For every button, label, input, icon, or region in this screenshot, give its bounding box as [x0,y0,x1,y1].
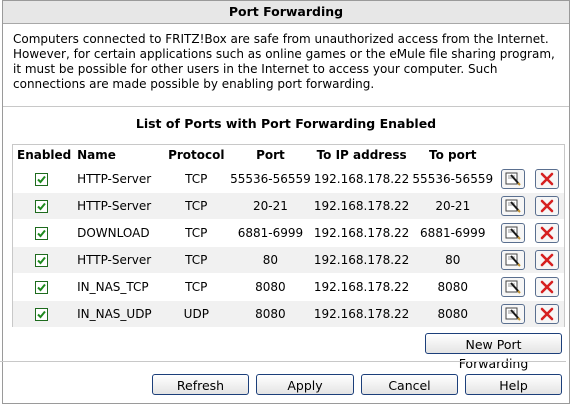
intro-text: Computers connected to FRITZ!Box are saf… [3,24,569,107]
table-title: List of Ports with Port Forwarding Enabl… [135,116,437,131]
enabled-checkbox[interactable] [35,173,48,186]
col-name: Name [77,148,116,162]
table-row: IN_NAS_UDP UDP 8080 192.168.178.22 8080 [13,300,564,327]
apply-button[interactable]: Apply [256,374,354,395]
row-ip: 192.168.178.22 [313,226,410,240]
delete-button[interactable] [534,250,559,270]
col-port: Port [256,148,285,162]
row-to-port: 55536-56559 [412,172,494,186]
row-port: 8080 [255,280,286,294]
table-row: HTTP-Server TCP 55536-56559 192.168.178.22 5… [13,165,564,193]
row-name: HTTP-Server [77,172,152,186]
cancel-button[interactable]: Cancel [361,374,458,395]
row-ip: 192.168.178.22 [313,172,410,186]
row-port: 55536-56559 [230,172,311,186]
window-title: Port Forwarding [3,1,569,24]
col-enabled: Enabled [17,148,72,162]
table-row: HTTP-Server TCP 80 192.168.178.22 80 [13,246,564,274]
row-to-port: 6881-6999 [420,226,486,240]
col-protocol: Protocol [168,148,225,162]
col-to-port: To port [429,148,477,162]
delete-button[interactable] [534,304,559,324]
row-name: HTTP-Server [73,246,166,274]
port-table: Enabled Name Protocol Port To IP address… [13,145,564,327]
help-button[interactable]: Help [465,374,562,395]
row-port: 80 [227,246,314,274]
row-port: 6881-6999 [237,226,304,240]
edit-button[interactable] [500,196,525,216]
row-protocol: TCP [185,280,208,294]
row-port: 8080 [227,300,314,327]
enabled-checkbox[interactable] [35,281,48,294]
edit-button[interactable] [500,277,525,297]
edit-button[interactable] [500,169,525,189]
delete-button[interactable] [534,169,559,189]
edit-button[interactable] [500,304,525,324]
table-row: HTTP-Server TCP 20-21 192.168.178.22 20-21 [13,192,564,220]
row-protocol: UDP [165,300,228,327]
col-ip: To IP address [316,148,407,162]
enabled-checkbox[interactable] [35,308,48,321]
port-table-container: Enabled Name Protocol Port To IP address… [12,144,565,327]
enabled-checkbox[interactable] [35,200,48,213]
row-ip: 192.168.178.22 [313,246,410,274]
edit-button[interactable] [500,250,525,270]
row-to-port: 20-21 [409,192,496,220]
row-protocol: TCP [165,192,228,220]
refresh-button[interactable]: Refresh [152,374,249,395]
enabled-checkbox[interactable] [35,254,48,267]
delete-button[interactable] [534,223,559,243]
row-ip: 192.168.178.22 [313,280,410,294]
enabled-checkbox[interactable] [35,227,48,240]
row-to-port: 8080 [409,300,496,327]
row-to-port: 80 [409,246,496,274]
row-protocol: TCP [185,226,208,240]
table-row: IN_NAS_TCP TCP 8080 192.168.178.22 8080 [13,273,564,301]
row-name: IN_NAS_TCP [77,280,149,294]
delete-button[interactable] [534,277,559,297]
delete-button[interactable] [534,196,559,216]
row-ip: 192.168.178.22 [313,192,410,220]
row-to-port: 8080 [437,280,469,294]
table-row: DOWNLOAD TCP 6881-6999 192.168.178.22 6881-6… [13,219,564,247]
row-protocol: TCP [185,172,208,186]
row-name: DOWNLOAD [77,226,150,240]
row-port: 20-21 [227,192,314,220]
row-name: HTTP-Server [73,192,166,220]
row-name: IN_NAS_UDP [73,300,166,327]
row-ip: 192.168.178.22 [313,300,410,327]
row-protocol: TCP [165,246,228,274]
new-port-forwarding-button[interactable]: New Port Forwarding [425,333,562,371]
edit-button[interactable] [500,223,525,243]
